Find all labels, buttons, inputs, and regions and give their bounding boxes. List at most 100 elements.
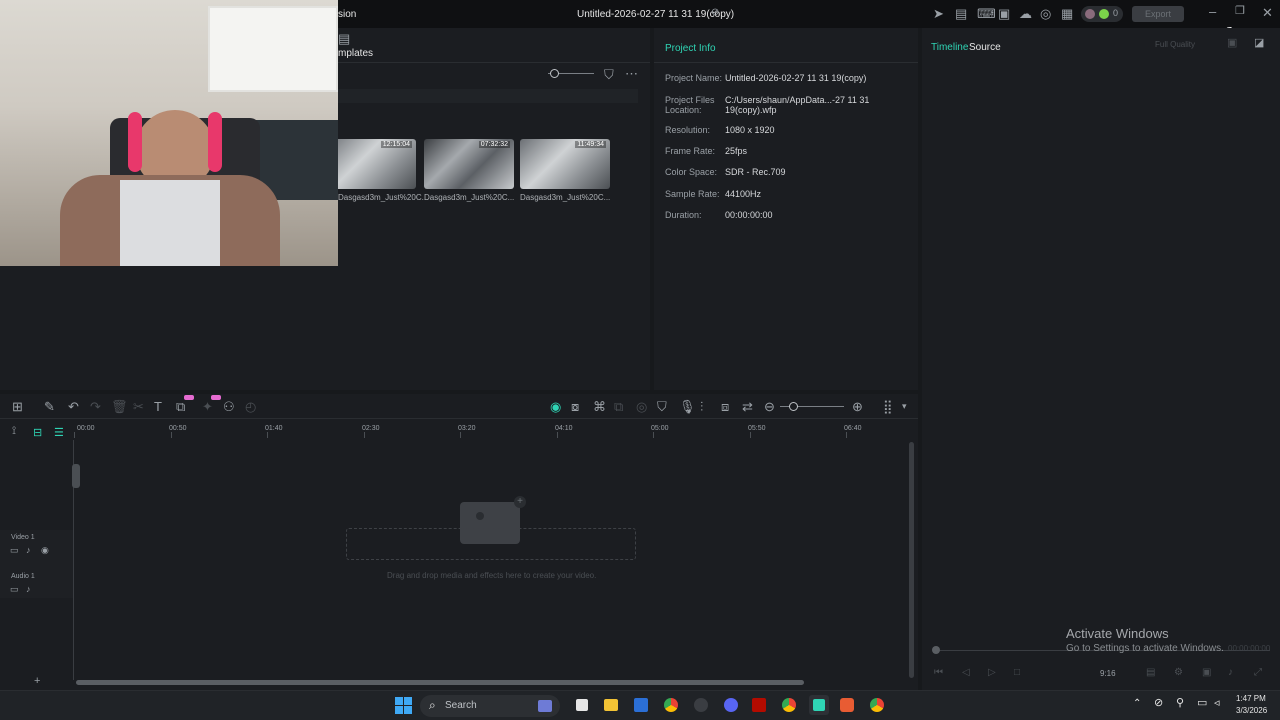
snapshot-icon[interactable]: ▣ xyxy=(1227,38,1237,49)
prev-frame-icon[interactable]: ⏮ xyxy=(934,668,943,678)
minimize-icon[interactable]: – xyxy=(1209,5,1216,18)
time-ruler[interactable]: 00:00 00:50 01:40 02:30 03:20 04:10 05:0… xyxy=(74,420,910,442)
acrobat-icon[interactable] xyxy=(752,698,766,712)
split-icon[interactable]: ✂ xyxy=(133,400,144,413)
clock-date[interactable]: 3/3/2026 xyxy=(1236,706,1267,715)
filter-icon[interactable]: ⛉ xyxy=(604,68,614,81)
headset-icon[interactable]: ◎ xyxy=(1040,7,1051,20)
chrome-icon[interactable] xyxy=(870,698,884,712)
clip-name: Dasgasd3m_Just%20C... xyxy=(520,193,611,202)
screenshot-icon[interactable]: ▣ xyxy=(1202,668,1211,678)
chrome-icon[interactable] xyxy=(664,698,678,712)
link-icon[interactable]: ⧉ xyxy=(614,400,623,413)
marker-icon[interactable]: ▤ xyxy=(1146,668,1155,678)
shield-icon[interactable]: ⛉ xyxy=(657,400,667,413)
redo-icon[interactable]: ↷ xyxy=(90,400,101,413)
track-manager-icon[interactable]: ⊟ xyxy=(33,426,42,439)
task-view-icon[interactable] xyxy=(576,699,588,711)
restore-icon[interactable]: ❐ xyxy=(1235,6,1245,17)
tab-source[interactable]: Source xyxy=(969,42,1001,53)
replace-icon[interactable]: ⇄ xyxy=(742,400,753,413)
discord-icon[interactable] xyxy=(724,698,738,712)
scope-icon[interactable]: ◪ xyxy=(1254,38,1264,49)
zoom-in-icon[interactable]: ⊕ xyxy=(852,400,863,413)
speed-icon[interactable]: ◴ xyxy=(245,400,256,413)
grid-icon[interactable]: ⣿ xyxy=(883,400,893,413)
effects-icon[interactable]: ✦ xyxy=(202,400,213,413)
undo-icon[interactable]: ↶ xyxy=(68,400,79,413)
taskbar-search[interactable]: ⌕ Search xyxy=(420,695,560,717)
chevron-up-icon[interactable]: ⌃ xyxy=(1133,699,1141,709)
coin-icon xyxy=(1099,9,1109,19)
folder-icon[interactable]: ▭ xyxy=(10,546,19,555)
text-icon[interactable]: T xyxy=(154,400,162,413)
vertical-scrollbar[interactable] xyxy=(909,442,914,678)
file-explorer-icon[interactable] xyxy=(604,699,618,711)
close-icon[interactable]: ✕ xyxy=(1262,6,1273,19)
microphone-icon[interactable]: ⚲ xyxy=(1176,698,1184,709)
crop-icon[interactable]: ⧉ xyxy=(176,400,185,413)
bluetooth-icon[interactable]: ⊘ xyxy=(1154,698,1163,709)
templates-icon[interactable]: ▤ xyxy=(338,32,350,45)
microphone-icon[interactable]: 🎙 xyxy=(679,400,696,413)
render-icon[interactable]: ◎ xyxy=(636,400,647,413)
auto-ripple-icon[interactable]: ◉ xyxy=(550,399,561,415)
media-clip[interactable]: 07:32:32 xyxy=(424,139,514,189)
zoom-out-icon[interactable]: ⊖ xyxy=(764,400,775,413)
save-icon[interactable]: ▣ xyxy=(998,7,1010,20)
volume-icon[interactable]: ♪ xyxy=(26,546,31,555)
windows-start-icon[interactable] xyxy=(395,697,413,715)
apps-icon[interactable]: ▦ xyxy=(1061,7,1073,20)
slider-knob[interactable] xyxy=(550,69,559,78)
playhead-handle[interactable] xyxy=(72,464,80,488)
export-button[interactable]: Export xyxy=(1132,6,1184,22)
volume-icon[interactable]: ♪ xyxy=(26,585,31,594)
clock-time[interactable]: 1:47 PM xyxy=(1236,694,1266,703)
points-badge[interactable]: 0 xyxy=(1081,6,1123,22)
quality-select[interactable]: Full Quality xyxy=(1155,40,1195,49)
eye-icon[interactable]: ◉ xyxy=(41,546,49,555)
store-icon[interactable] xyxy=(634,698,648,712)
scrubber-knob[interactable] xyxy=(932,646,940,654)
headset-left xyxy=(128,112,142,172)
upload-icon[interactable]: ☁ xyxy=(1019,7,1032,20)
obs-icon[interactable] xyxy=(694,698,708,712)
chevron-down-icon[interactable]: ▾ xyxy=(902,402,907,411)
audio-mixer-icon[interactable]: ⫶ xyxy=(700,400,703,413)
media-clip[interactable]: 12:15:04 xyxy=(330,139,416,189)
settings-icon[interactable]: ⚙ xyxy=(1174,668,1183,678)
layout-icon[interactable]: ⊞ xyxy=(12,400,23,413)
select-tool-icon[interactable]: ✎ xyxy=(44,400,55,413)
send-icon[interactable]: ➤ xyxy=(933,7,944,20)
unlink-icon[interactable]: ⟟ xyxy=(12,426,16,437)
folder-icon[interactable]: ▭ xyxy=(10,585,19,594)
filmora-icon[interactable] xyxy=(809,695,829,715)
media-manager-icon[interactable]: ▤ xyxy=(955,7,967,20)
delete-icon[interactable]: 🗑 xyxy=(111,400,128,413)
step-back-icon[interactable]: ◁ xyxy=(962,668,970,678)
network-icon[interactable]: ▭ xyxy=(1197,698,1207,709)
ai-tool-icon[interactable]: ⚇ xyxy=(223,400,235,413)
more-options-icon[interactable]: ⋯ xyxy=(625,67,638,80)
zoom-knob[interactable] xyxy=(789,402,798,411)
play-icon[interactable]: ▷ xyxy=(988,668,996,678)
app-icon[interactable] xyxy=(840,698,854,712)
tab-templates[interactable]: mplates xyxy=(338,48,373,59)
keyboard-icon[interactable]: ⌨ xyxy=(977,7,996,20)
add-icon[interactable]: + xyxy=(34,676,40,687)
speaker-icon[interactable]: ◃ xyxy=(1214,698,1220,709)
volume-icon[interactable]: ♪ xyxy=(1228,668,1233,678)
cloud-sync-icon[interactable]: ⊘ xyxy=(711,8,719,18)
add-track-icon[interactable]: ☰ xyxy=(54,426,64,439)
horizontal-scrollbar[interactable] xyxy=(76,680,804,685)
aspect-ratio-select[interactable]: 9:16 xyxy=(1100,669,1116,678)
subtitle-icon[interactable]: ⧈ xyxy=(721,400,729,413)
fullscreen-icon[interactable]: ⤢ xyxy=(1254,668,1262,678)
stop-icon[interactable]: □ xyxy=(1014,668,1020,678)
tab-timeline[interactable]: Timeline xyxy=(931,42,968,53)
chrome-icon[interactable] xyxy=(782,698,796,712)
media-clip[interactable]: 11:49:34 xyxy=(520,139,610,189)
drop-zone[interactable] xyxy=(346,528,636,560)
snap-icon[interactable]: ⧇ xyxy=(571,400,579,413)
scene-icon[interactable]: ⌘ xyxy=(593,400,606,413)
